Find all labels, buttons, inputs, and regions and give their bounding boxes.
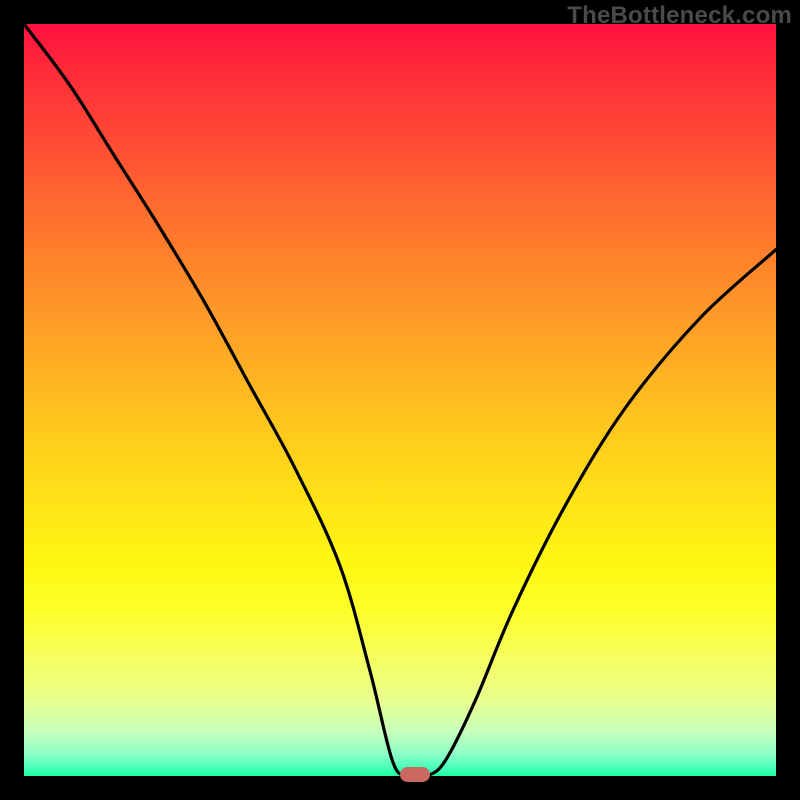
watermark-text: TheBottleneck.com xyxy=(567,2,792,30)
bottleneck-curve xyxy=(24,24,776,776)
plot-area xyxy=(24,24,776,776)
chart-frame: TheBottleneck.com xyxy=(0,0,800,800)
optimal-marker xyxy=(400,767,430,782)
